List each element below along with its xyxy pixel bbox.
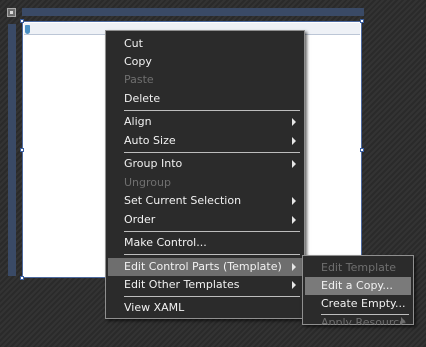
menu-item-label: Edit Control Parts (Template) [124,260,282,273]
chevron-right-icon [292,197,296,205]
artboard-grip-icon[interactable] [7,8,16,17]
menu-item-auto-size[interactable]: Auto Size [108,132,302,150]
chevron-right-icon [292,118,296,126]
menu-item-label: Ungroup [124,176,171,189]
template-submenu: Edit Template Edit a Copy... Create Empt… [302,255,414,325]
menu-item-label: Auto Size [124,134,176,147]
menu-item-cut[interactable]: Cut [108,35,302,53]
menu-separator [124,110,300,111]
menu-item-label: Edit Template [321,261,396,274]
menu-item-label: Apply Resource [321,317,406,325]
resize-handle-bottom-left[interactable] [20,276,24,280]
menu-item-order[interactable]: Order [108,211,302,229]
menu-separator [124,152,300,153]
menu-item-label: Paste [124,73,154,86]
menu-item-label: View XAML [124,301,185,314]
menu-item-ungroup: Ungroup [108,174,302,192]
menu-item-label: Group Into [124,157,183,170]
top-ruler [22,8,364,16]
menu-item-label: Edit a Copy... [321,279,393,292]
menu-item-label: Order [124,213,156,226]
menu-item-edit-other-templates[interactable]: Edit Other Templates [108,276,302,294]
submenu-item-create-empty[interactable]: Create Empty... [305,295,411,313]
chevron-right-icon [292,263,296,271]
chevron-right-icon [292,137,296,145]
menu-item-align[interactable]: Align [108,113,302,131]
menu-item-set-current-selection[interactable]: Set Current Selection [108,192,302,210]
menu-item-group-into[interactable]: Group Into [108,155,302,173]
submenu-item-apply-resource: Apply Resource [305,317,411,325]
chevron-right-icon [292,216,296,224]
menu-item-label: Create Empty... [321,297,406,310]
menu-separator [321,314,409,315]
menu-item-edit-control-parts[interactable]: Edit Control Parts (Template) [108,258,302,276]
menu-item-copy[interactable]: Copy [108,53,302,71]
menu-item-label: Make Control... [124,236,207,249]
menu-separator [124,231,300,232]
resize-handle-top-right[interactable] [360,19,364,23]
menu-item-paste: Paste [108,71,302,89]
menu-separator [124,296,300,297]
menu-item-label: Set Current Selection [124,194,242,207]
menu-item-make-control[interactable]: Make Control... [108,234,302,252]
menu-item-label: Edit Other Templates [124,278,240,291]
anchor-marker-icon[interactable] [25,25,30,34]
chevron-right-icon [292,281,296,289]
resize-handle-right[interactable] [360,148,364,152]
submenu-item-edit-template: Edit Template [305,259,411,277]
resize-handle-left[interactable] [20,148,24,152]
menu-item-label: Cut [124,37,143,50]
chevron-right-icon [292,160,296,168]
menu-separator [124,254,300,255]
menu-item-view-xaml[interactable]: View XAML [108,299,302,317]
menu-item-delete[interactable]: Delete [108,90,302,108]
submenu-item-edit-a-copy[interactable]: Edit a Copy... [305,277,411,295]
menu-item-label: Delete [124,92,161,105]
resize-handle-top-left[interactable] [20,19,24,23]
menu-item-label: Copy [124,55,152,68]
chevron-right-icon [401,317,405,325]
context-menu: Cut Copy Paste Delete Align Auto Size Gr… [105,30,305,319]
menu-item-label: Align [124,115,152,128]
left-ruler [8,24,16,276]
